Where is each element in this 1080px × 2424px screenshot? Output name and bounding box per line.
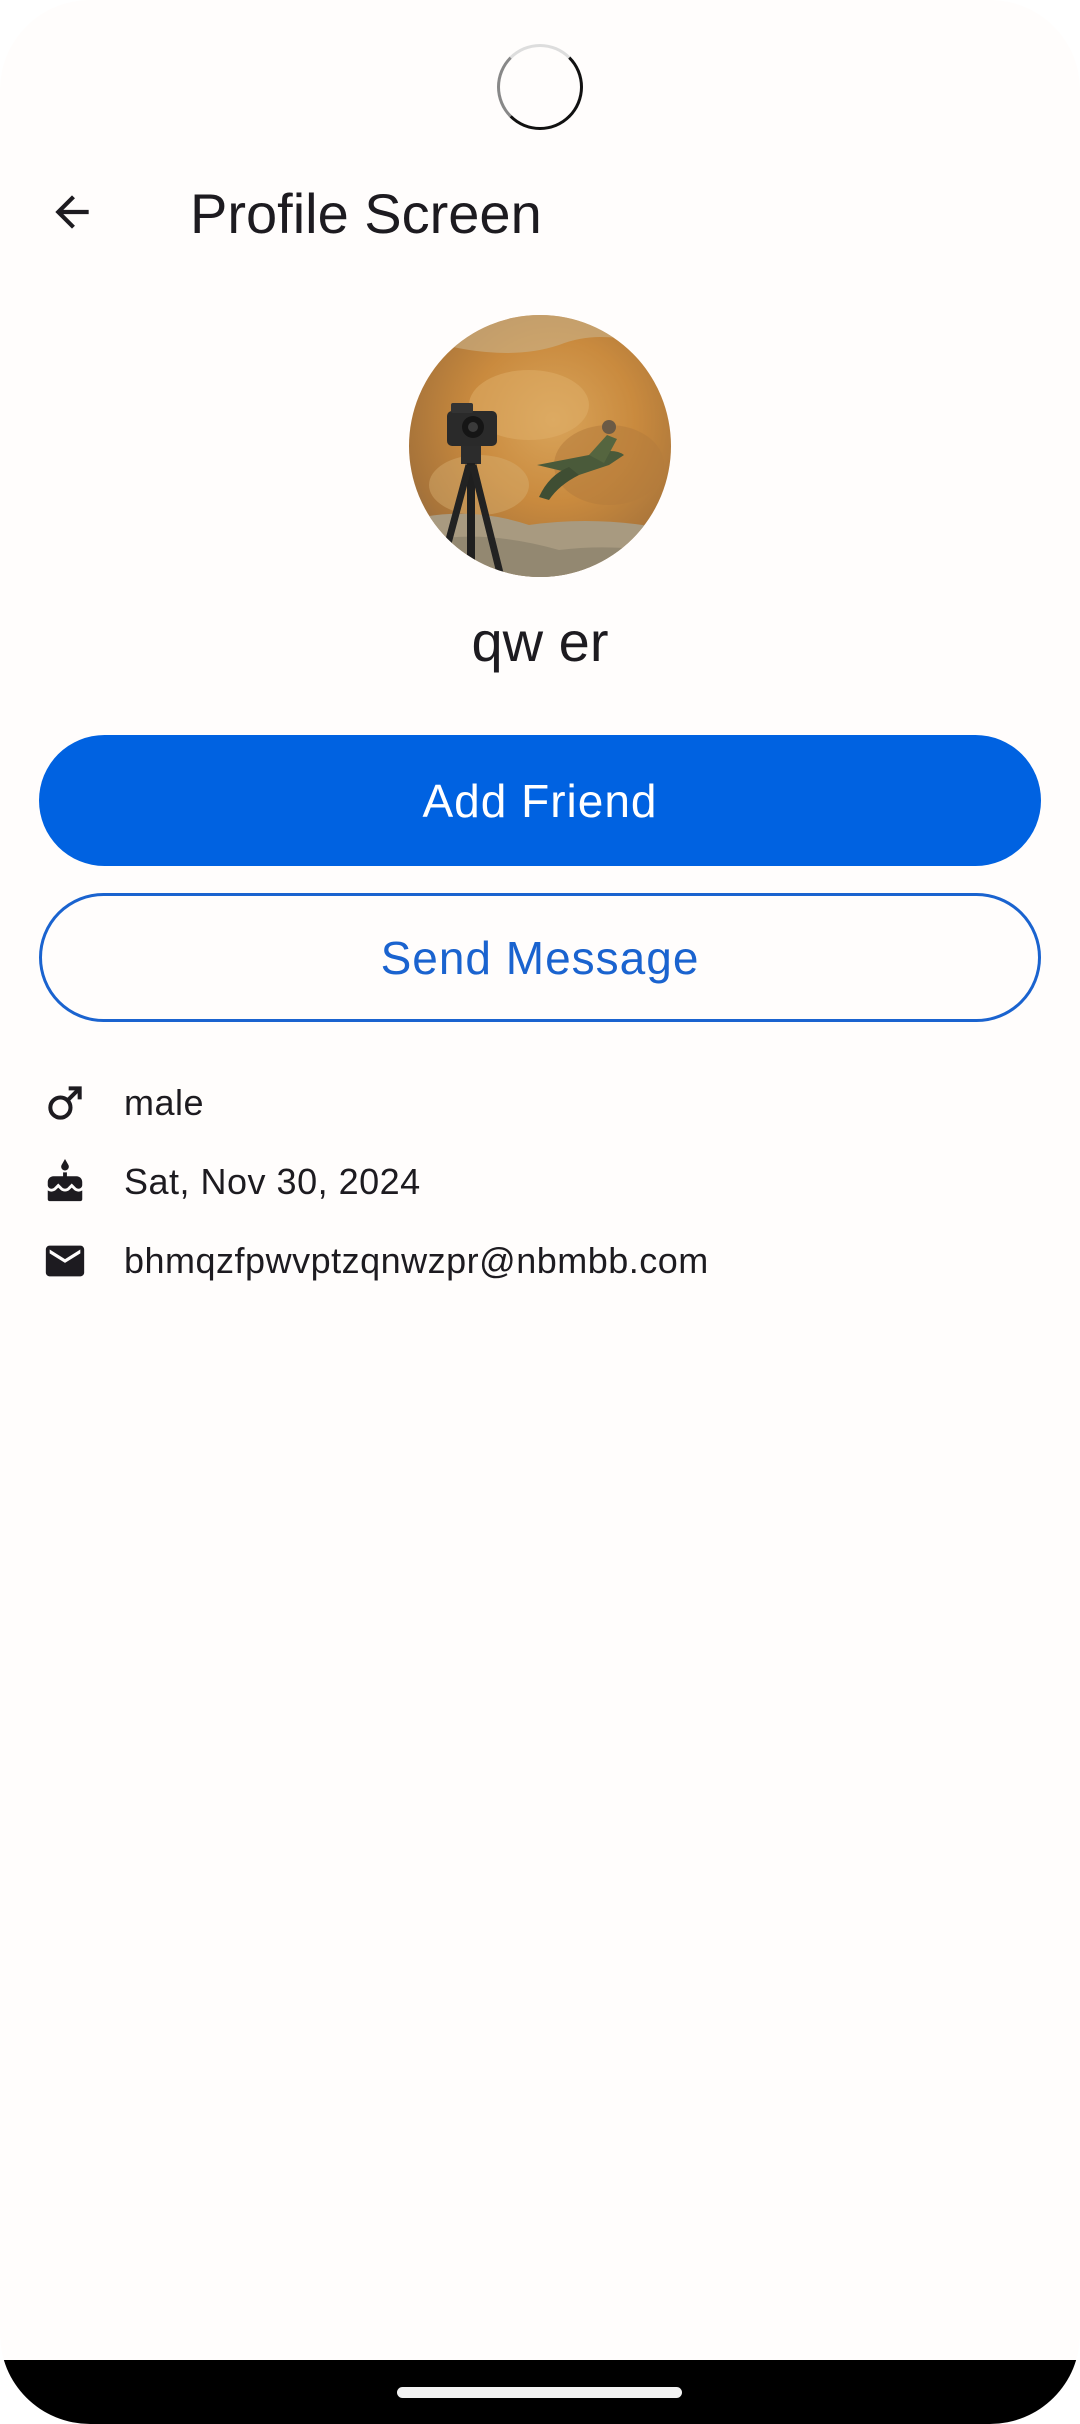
cake-icon bbox=[40, 1157, 90, 1207]
home-indicator[interactable] bbox=[397, 2387, 682, 2398]
profile-name: qw er bbox=[471, 610, 609, 673]
birthday-text: Sat, Nov 30, 2024 bbox=[124, 1161, 421, 1202]
app-bar: Profile Screen bbox=[0, 160, 1080, 268]
phone-screen: Profile Screen qw er Add Friend Send Mes… bbox=[0, 0, 1080, 2424]
avatar bbox=[409, 315, 671, 577]
back-button[interactable] bbox=[30, 172, 114, 256]
mail-icon bbox=[40, 1236, 90, 1286]
male-icon bbox=[40, 1078, 90, 1128]
page-title: Profile Screen bbox=[190, 182, 542, 245]
email-text: bhmqzfpwvptzqnwzpr@nbmbb.com bbox=[124, 1240, 709, 1281]
arrow-back-icon bbox=[47, 187, 97, 242]
birthday-row: Sat, Nov 30, 2024 bbox=[40, 1152, 421, 1212]
gender-row: male bbox=[40, 1073, 204, 1133]
send-message-button[interactable]: Send Message bbox=[39, 893, 1041, 1022]
add-friend-button[interactable]: Add Friend bbox=[39, 735, 1041, 866]
email-row: bhmqzfpwvptzqnwzpr@nbmbb.com bbox=[40, 1231, 709, 1291]
gender-text: male bbox=[124, 1082, 205, 1123]
camera-cutout bbox=[497, 44, 583, 130]
